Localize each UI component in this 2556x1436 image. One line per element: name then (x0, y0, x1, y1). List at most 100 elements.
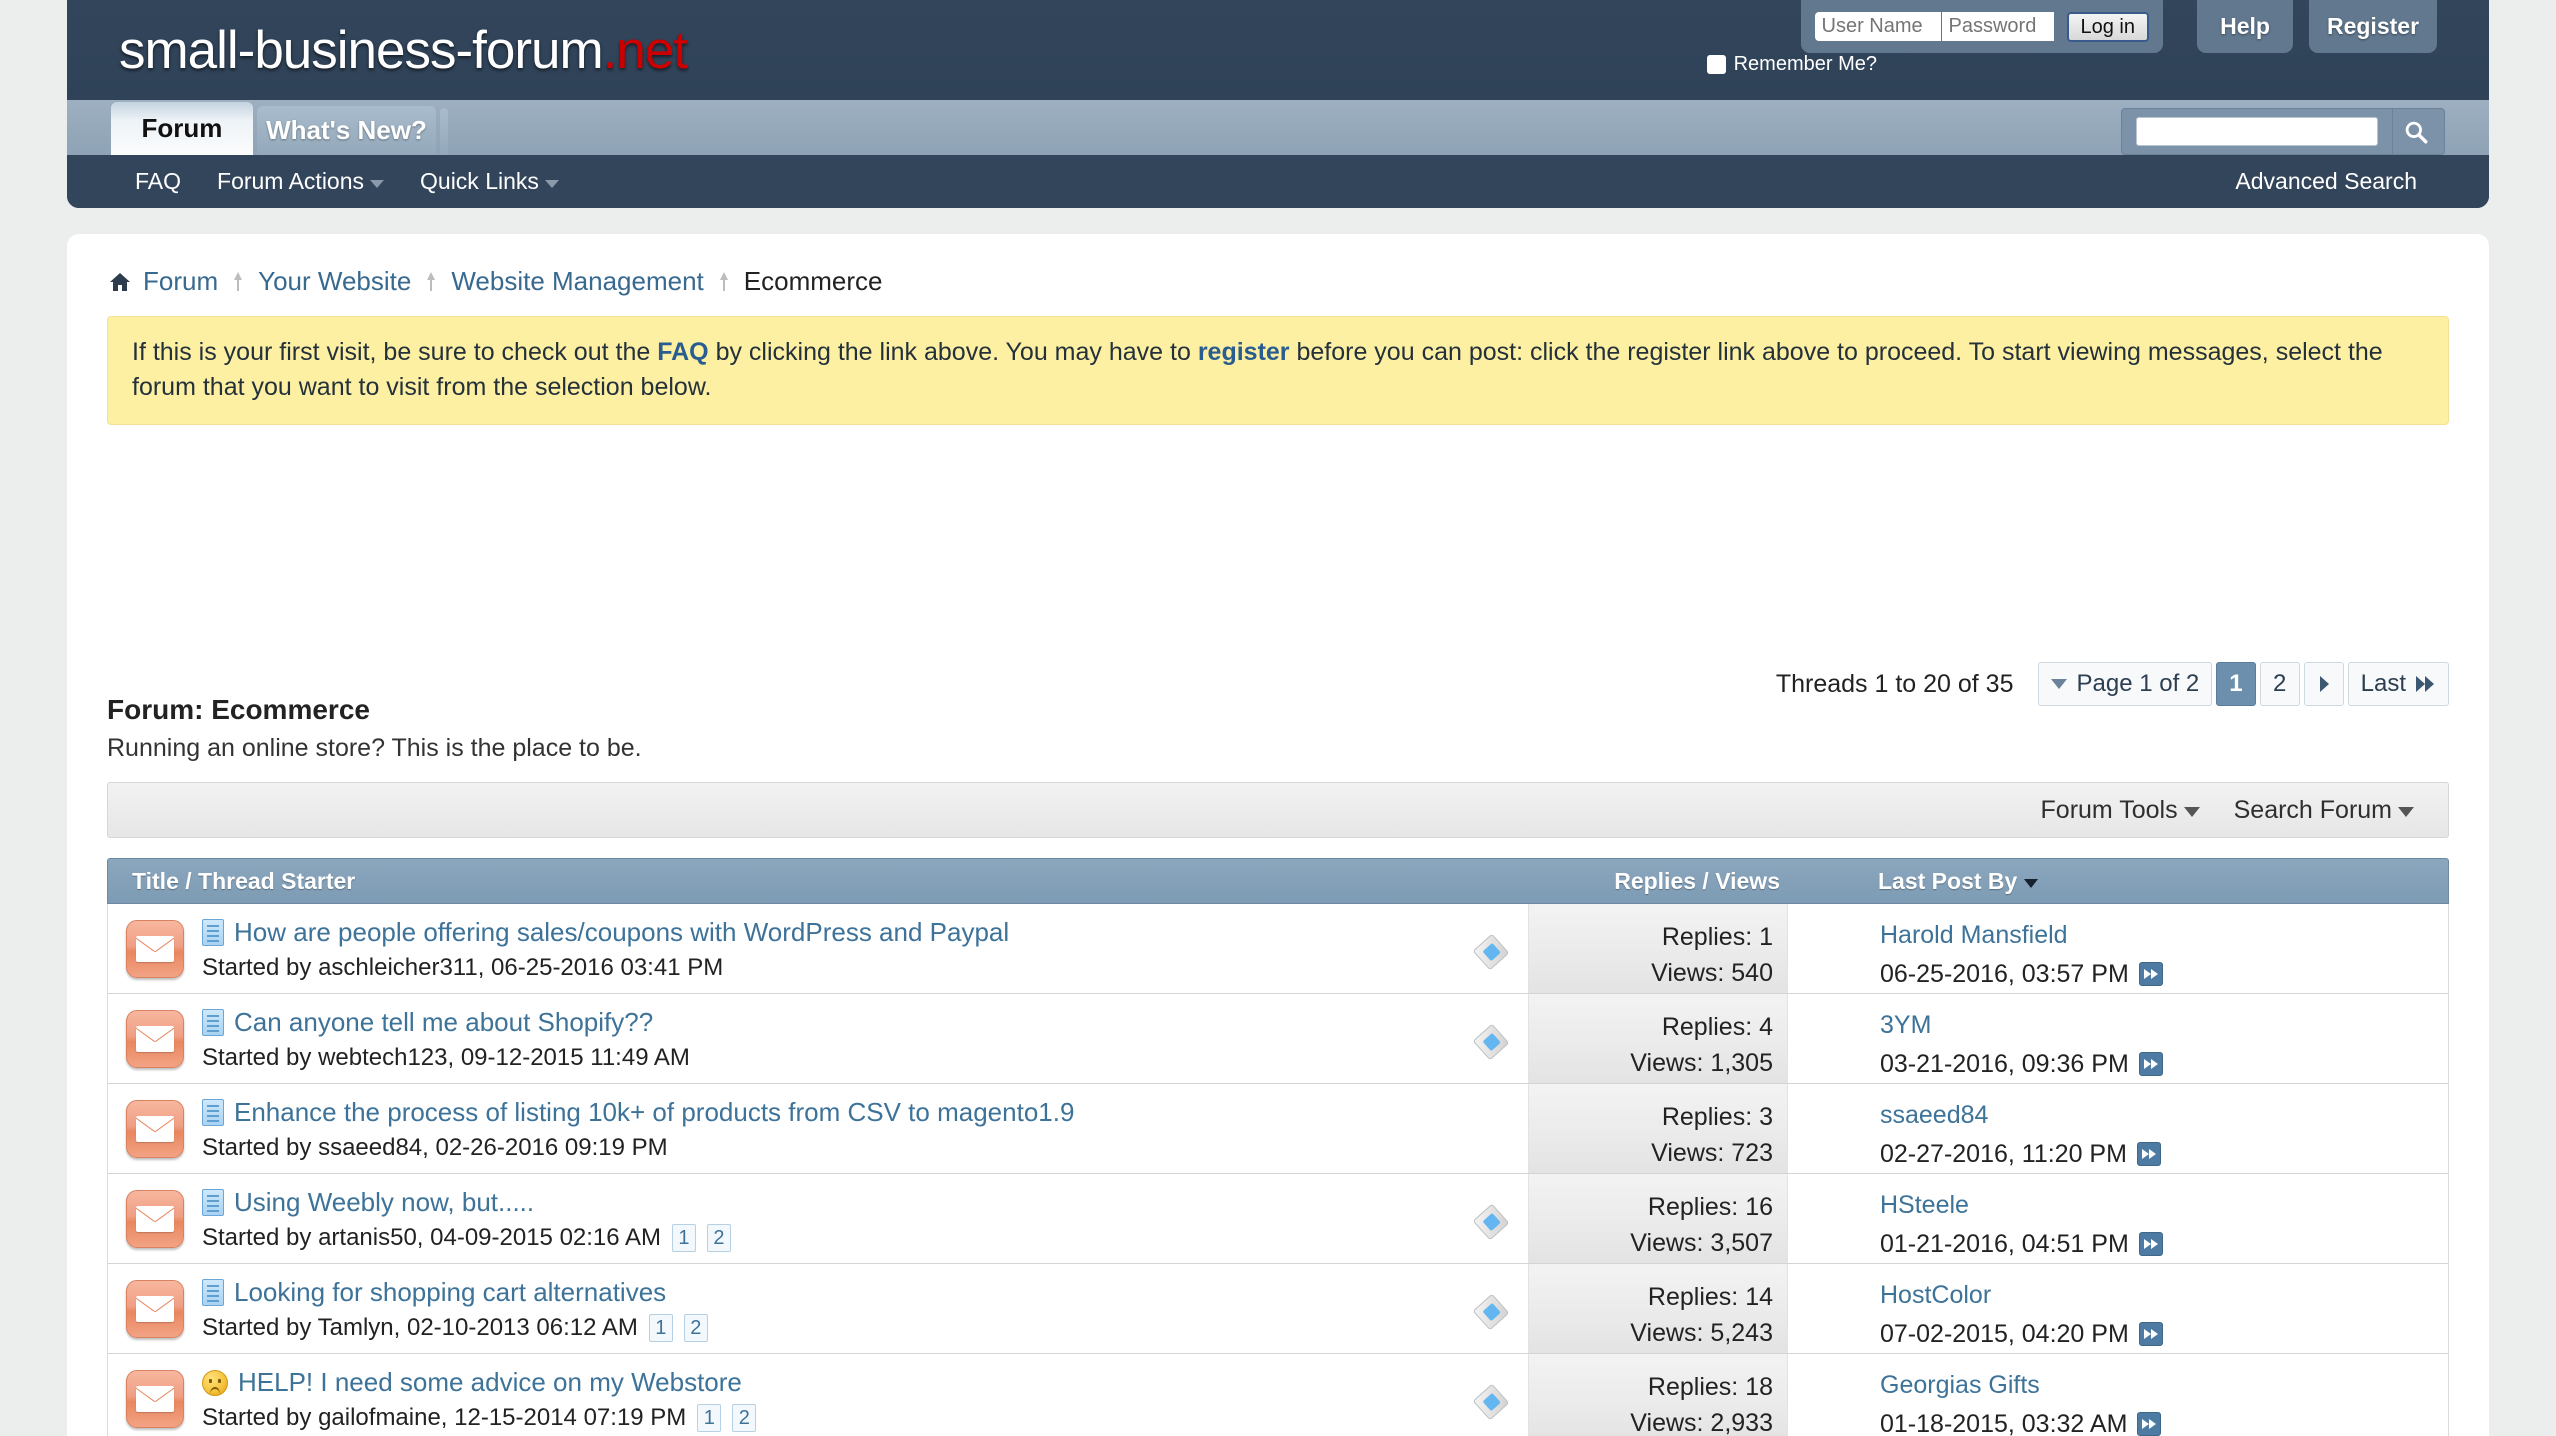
thread-title-link[interactable]: Can anyone tell me about Shopify?? (234, 1007, 653, 1038)
envelope-glyph (136, 1296, 174, 1322)
breadcrumb-item-website-management[interactable]: Website Management (451, 266, 703, 297)
username-input[interactable] (1814, 12, 1941, 41)
remember-me-label: Remember Me? (1733, 53, 1877, 75)
login-button[interactable]: Log in (2066, 11, 2149, 42)
tag-icon (1472, 1203, 1510, 1241)
unread-envelope-icon[interactable] (126, 920, 184, 978)
unread-envelope-icon[interactable] (126, 1280, 184, 1338)
last-page-label: Last (2360, 670, 2406, 697)
thread-page-link[interactable]: 2 (683, 1314, 708, 1342)
thread-title-link[interactable]: Using Weebly now, but..... (234, 1187, 534, 1218)
nav-item-forum-actions[interactable]: Forum Actions (217, 168, 385, 195)
unread-envelope-icon[interactable] (126, 1010, 184, 1068)
thread-starter-line: Started by artanis50, 04-09-2015 02:16 A… (202, 1224, 731, 1252)
thread-title-cell: Enhance the process of listing 10k+ of p… (108, 1084, 1528, 1173)
unread-envelope-icon[interactable] (126, 1190, 184, 1248)
notice-faq-link[interactable]: FAQ (657, 338, 708, 366)
advanced-search-link[interactable]: Advanced Search (2235, 155, 2417, 208)
replies-views-cell: Replies: 14 Views: 5,243 (1528, 1264, 1788, 1353)
register-button[interactable]: Register (2309, 0, 2437, 53)
unread-envelope-icon[interactable] (126, 1100, 184, 1158)
search-input[interactable] (2136, 117, 2378, 146)
breadcrumb-separator-icon (424, 271, 438, 293)
column-header-replies-views[interactable]: Replies / Views (1528, 868, 1788, 895)
last-post-user-link[interactable]: HostColor (1880, 1278, 2448, 1314)
breadcrumb-item-your-website[interactable]: Your Website (258, 266, 411, 297)
thread-title-link[interactable]: Enhance the process of listing 10k+ of p… (234, 1097, 1074, 1128)
last-post-user-link[interactable]: HSteele (1880, 1188, 2448, 1224)
search-forum-dropdown[interactable]: Search Forum (2234, 796, 2414, 825)
thread-title-link[interactable]: How are people offering sales/coupons wi… (234, 917, 1009, 948)
page-button-2[interactable]: 2 (2259, 662, 2300, 706)
help-button[interactable]: Help (2197, 0, 2293, 53)
main-panel: Forum Your Website Website Management Ec… (67, 234, 2489, 1436)
header-search (2121, 108, 2445, 155)
page-label: Page 1 of 2 (2076, 670, 2200, 697)
unread-envelope-icon[interactable] (126, 1370, 184, 1428)
thread-title-line: Looking for shopping cart alternatives (202, 1277, 708, 1308)
thread-page-link[interactable]: 2 (706, 1224, 731, 1252)
secondary-nav: FAQ Forum Actions Quick Links Advanced S… (67, 155, 2489, 208)
tab-forum[interactable]: Forum (111, 102, 253, 155)
last-page-button[interactable]: Last (2347, 662, 2449, 706)
table-row: How are people offering sales/coupons wi… (107, 904, 2449, 994)
notice-register-link[interactable]: register (1198, 338, 1290, 366)
home-icon[interactable] (107, 270, 133, 294)
column-header-title[interactable]: Title / Thread Starter (108, 868, 1528, 895)
column-header-last-post[interactable]: Last Post By (1788, 868, 2448, 895)
thread-page-link[interactable]: 1 (671, 1224, 696, 1252)
last-post-date: 02-27-2016, 11:20 PM (1880, 1139, 2127, 1168)
thread-starter-text: Started by Tamlyn, 02-10-2013 06:12 AM (202, 1314, 638, 1341)
forum-tools-dropdown[interactable]: Forum Tools (2041, 796, 2200, 825)
table-row: Enhance the process of listing 10k+ of p… (107, 1084, 2449, 1174)
thread-title-line: HELP! I need some advice on my Webstore (202, 1367, 756, 1398)
last-post-user-link[interactable]: Harold Mansfield (1880, 918, 2448, 954)
tab-whats-new[interactable]: What's New? (257, 106, 436, 155)
thread-title-cell: Looking for shopping cart alternatives St… (108, 1264, 1528, 1353)
views-count: Views: 5,243 (1630, 1318, 1773, 1347)
document-icon (202, 1189, 224, 1216)
nav-item-quick-links[interactable]: Quick Links (420, 168, 559, 195)
thread-list: Title / Thread Starter Replies / Views L… (107, 858, 2449, 1436)
go-to-last-post-icon[interactable] (2136, 1142, 2161, 1167)
last-post-date-row: 02-27-2016, 11:20 PM (1880, 1137, 2448, 1173)
breadcrumb-separator-icon (717, 271, 731, 293)
thread-title-block: Can anyone tell me about Shopify?? Starte… (202, 1007, 690, 1072)
site-logo[interactable]: small-business-forum.net (119, 20, 688, 81)
thread-starter-line: Started by gailofmaine, 12-15-2014 07:19… (202, 1404, 757, 1432)
thread-title-line: Using Weebly now, but..... (202, 1187, 731, 1218)
last-post-date-row: 07-02-2015, 04:20 PM (1880, 1317, 2448, 1353)
page-button-1[interactable]: 1 (2216, 662, 2256, 706)
table-row: Using Weebly now, but..... Started by art… (107, 1174, 2449, 1264)
views-count: Views: 723 (1651, 1138, 1773, 1167)
thread-title-link[interactable]: HELP! I need some advice on my Webstore (238, 1367, 742, 1398)
last-post-user-link[interactable]: Georgias Gifts (1880, 1368, 2448, 1404)
go-to-last-post-icon[interactable] (2137, 1412, 2162, 1436)
page-jump-dropdown[interactable]: Page 1 of 2 (2037, 662, 2213, 706)
search-icon[interactable] (2392, 109, 2438, 154)
go-to-last-post-icon[interactable] (2138, 962, 2163, 987)
thread-page-link[interactable]: 1 (648, 1314, 673, 1342)
thread-page-link[interactable]: 2 (732, 1404, 757, 1432)
remember-me-checkbox[interactable] (1706, 55, 1726, 74)
thread-title-cell: How are people offering sales/coupons wi… (108, 904, 1528, 993)
go-to-last-post-icon[interactable] (2138, 1232, 2163, 1257)
chevron-down-icon (2398, 807, 2414, 817)
forum-toolbar: Forum Tools Search Forum (107, 782, 2449, 838)
thread-title-cell: Can anyone tell me about Shopify?? Starte… (108, 994, 1528, 1083)
thread-page-link[interactable]: 1 (697, 1404, 722, 1432)
last-post-user-link[interactable]: ssaeed84 (1880, 1098, 2448, 1134)
password-input[interactable] (1941, 12, 2054, 41)
next-page-button[interactable] (2303, 662, 2344, 706)
replies-count: Replies: 4 (1661, 1013, 1773, 1041)
column-header-last-post-label: Last Post By (1878, 867, 2018, 894)
replies-views-cell: Replies: 16 Views: 3,507 (1528, 1174, 1788, 1263)
go-to-last-post-icon[interactable] (2138, 1052, 2163, 1077)
chevron-down-icon (370, 179, 385, 188)
last-post-user-link[interactable]: 3YM (1880, 1008, 2448, 1044)
breadcrumb-item-forum[interactable]: Forum (143, 266, 218, 297)
last-post-date: 01-21-2016, 04:51 PM (1880, 1229, 2129, 1258)
thread-title-link[interactable]: Looking for shopping cart alternatives (234, 1277, 666, 1308)
go-to-last-post-icon[interactable] (2138, 1322, 2163, 1347)
nav-item-faq[interactable]: FAQ (135, 168, 181, 195)
